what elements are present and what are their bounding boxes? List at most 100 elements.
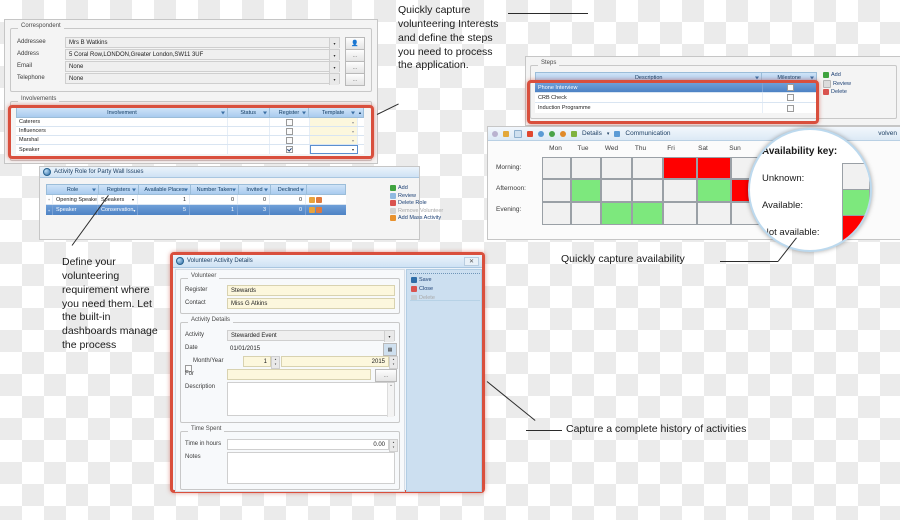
globe-icon[interactable] bbox=[560, 130, 566, 137]
table-row[interactable]: + Opening Speaker Speakers ▾ 1 0 0 0 bbox=[46, 195, 346, 205]
activity-select[interactable]: Stewarded Event ▾ bbox=[227, 330, 395, 342]
contact-input[interactable]: Miss G Atkins bbox=[227, 298, 395, 309]
steps-grid[interactable]: Description Milestone Phone Interview CR… bbox=[535, 72, 817, 113]
availability-cell[interactable] bbox=[571, 202, 601, 225]
address-dropdown-arrow[interactable]: ▾ bbox=[329, 50, 339, 61]
add-volunteer-icon[interactable] bbox=[309, 196, 315, 203]
role-add-button[interactable]: Add bbox=[390, 185, 443, 191]
filter-icon[interactable] bbox=[302, 111, 307, 114]
role-review-button[interactable]: Review bbox=[390, 192, 443, 199]
col-status[interactable]: Status bbox=[228, 108, 270, 117]
cell-registers[interactable]: Conservation ▾ bbox=[98, 205, 138, 215]
template-dropdown-arrow[interactable]: ▾ bbox=[352, 147, 354, 152]
cell-register[interactable] bbox=[270, 136, 310, 144]
availability-cell[interactable] bbox=[542, 202, 571, 225]
involvements-grid[interactable]: Involvement Status Register Template ▲ C… bbox=[16, 107, 364, 154]
filter-icon[interactable] bbox=[351, 111, 356, 114]
availability-cell[interactable] bbox=[571, 179, 601, 202]
globe-flag-icon[interactable] bbox=[549, 130, 555, 137]
col-available-places[interactable]: Available Places bbox=[139, 185, 191, 194]
table-row[interactable]: CRB Check bbox=[535, 93, 817, 103]
steps-review-button[interactable]: Review bbox=[823, 79, 851, 88]
time-in-hours-input[interactable]: 0.00 bbox=[227, 439, 389, 450]
activity-role-grid[interactable]: Role Registers Available Places Number T… bbox=[46, 184, 346, 215]
cell-template[interactable]: ▾ bbox=[310, 145, 358, 154]
col-number-taken[interactable]: Number Taken bbox=[191, 185, 239, 194]
availability-cell[interactable] bbox=[542, 179, 571, 202]
row-expander[interactable]: + bbox=[46, 205, 53, 215]
cell-template[interactable]: ▾ bbox=[310, 136, 358, 144]
table-row[interactable]: Speaker ▾ bbox=[16, 145, 364, 154]
availability-cell[interactable] bbox=[697, 179, 731, 202]
filter-icon[interactable] bbox=[810, 76, 814, 79]
addressee-dropdown-arrow[interactable]: ▾ bbox=[329, 38, 339, 49]
table-row[interactable]: Marshal ▾ bbox=[16, 136, 364, 145]
availability-cell[interactable] bbox=[601, 202, 632, 225]
notes-textarea[interactable] bbox=[227, 452, 395, 484]
row-expander[interactable]: + bbox=[46, 195, 53, 204]
involvements-button-label[interactable]: volven bbox=[878, 130, 897, 137]
telephone-ellipsis-button[interactable]: ... bbox=[345, 73, 365, 86]
for-ellipsis-button[interactable]: ... bbox=[375, 369, 397, 382]
col-milestone[interactable]: Milestone bbox=[762, 73, 816, 82]
steps-delete-button[interactable]: Delete bbox=[823, 89, 851, 95]
globe-add-icon[interactable] bbox=[538, 130, 544, 137]
availability-cell[interactable] bbox=[663, 202, 697, 225]
register-checkbox[interactable] bbox=[286, 118, 293, 126]
filter-icon[interactable] bbox=[92, 188, 96, 191]
year-spinner[interactable]: 2015 bbox=[281, 356, 389, 367]
details-button-label[interactable]: Details bbox=[582, 130, 602, 137]
col-involvement[interactable]: Involvement bbox=[17, 108, 228, 117]
filter-icon[interactable] bbox=[132, 188, 136, 191]
filter-icon[interactable] bbox=[300, 188, 304, 191]
col-declined[interactable]: Declined bbox=[271, 185, 307, 194]
milestone-checkbox[interactable] bbox=[786, 104, 794, 112]
table-row[interactable]: Caterers ▾ bbox=[16, 118, 364, 127]
role-add-mass-activity-button[interactable]: Add Mass Activity bbox=[390, 215, 443, 221]
cell-milestone[interactable] bbox=[763, 93, 817, 102]
month-spinner[interactable]: 1 bbox=[243, 356, 271, 367]
availability-cell[interactable] bbox=[663, 157, 697, 179]
row-action-icons[interactable] bbox=[306, 205, 326, 215]
description-textarea[interactable]: ▴ bbox=[227, 382, 395, 417]
filter-icon[interactable] bbox=[755, 76, 760, 79]
filter-icon[interactable] bbox=[264, 188, 268, 191]
template-dropdown-arrow[interactable]: ▾ bbox=[352, 129, 354, 134]
address-input[interactable]: 5 Coral Row,LONDON,Greater London,SW11 3… bbox=[65, 49, 340, 61]
grid-scroll-up[interactable]: ▲ bbox=[357, 108, 363, 117]
role-delete-button[interactable]: Delete Role bbox=[390, 200, 443, 206]
col-role[interactable]: Role bbox=[47, 185, 99, 194]
description-scrollbar[interactable]: ▴ bbox=[387, 383, 394, 417]
details-pencil-icon[interactable] bbox=[571, 130, 577, 137]
cell-milestone[interactable] bbox=[763, 83, 817, 92]
cell-template[interactable]: ▾ bbox=[310, 127, 358, 135]
time-spinner-arrows[interactable]: ▴ ▾ bbox=[389, 439, 398, 452]
close-icon[interactable]: ✕ bbox=[463, 256, 479, 266]
table-row[interactable]: Influencers ▾ bbox=[16, 127, 364, 136]
register-checkbox[interactable] bbox=[286, 136, 293, 144]
register-input[interactable]: Stewards bbox=[227, 285, 395, 296]
col-description[interactable]: Description bbox=[536, 73, 763, 82]
dialog-save-button[interactable]: Save bbox=[411, 277, 435, 283]
col-register[interactable]: Register bbox=[270, 108, 310, 117]
milestone-checkbox[interactable] bbox=[786, 94, 794, 101]
telephone-input[interactable]: None ▾ bbox=[65, 73, 340, 85]
cell-register[interactable] bbox=[270, 145, 310, 154]
availability-cell[interactable] bbox=[697, 157, 731, 179]
cell-milestone[interactable] bbox=[763, 103, 817, 113]
steps-add-button[interactable]: Add bbox=[823, 72, 851, 78]
telephone-dropdown-arrow[interactable]: ▾ bbox=[329, 74, 339, 85]
lock-icon[interactable] bbox=[316, 207, 322, 213]
details-caret-icon[interactable]: ▾ bbox=[607, 131, 610, 137]
availability-cell[interactable] bbox=[632, 202, 663, 225]
template-dropdown-arrow[interactable]: ▾ bbox=[352, 138, 354, 143]
table-row[interactable]: + Speaker Conservation ▾ 5 1 3 0 bbox=[46, 205, 346, 215]
template-dropdown-arrow[interactable]: ▾ bbox=[352, 120, 354, 125]
communications-button-label[interactable]: Communication bbox=[625, 130, 670, 137]
email-input[interactable]: None ▾ bbox=[65, 61, 340, 73]
gear-icon[interactable] bbox=[492, 130, 498, 137]
cell-register[interactable] bbox=[270, 118, 310, 126]
lock-icon[interactable] bbox=[316, 196, 322, 203]
calendar-icon[interactable]: ▦ bbox=[383, 343, 397, 356]
copy-icon[interactable] bbox=[514, 129, 522, 138]
